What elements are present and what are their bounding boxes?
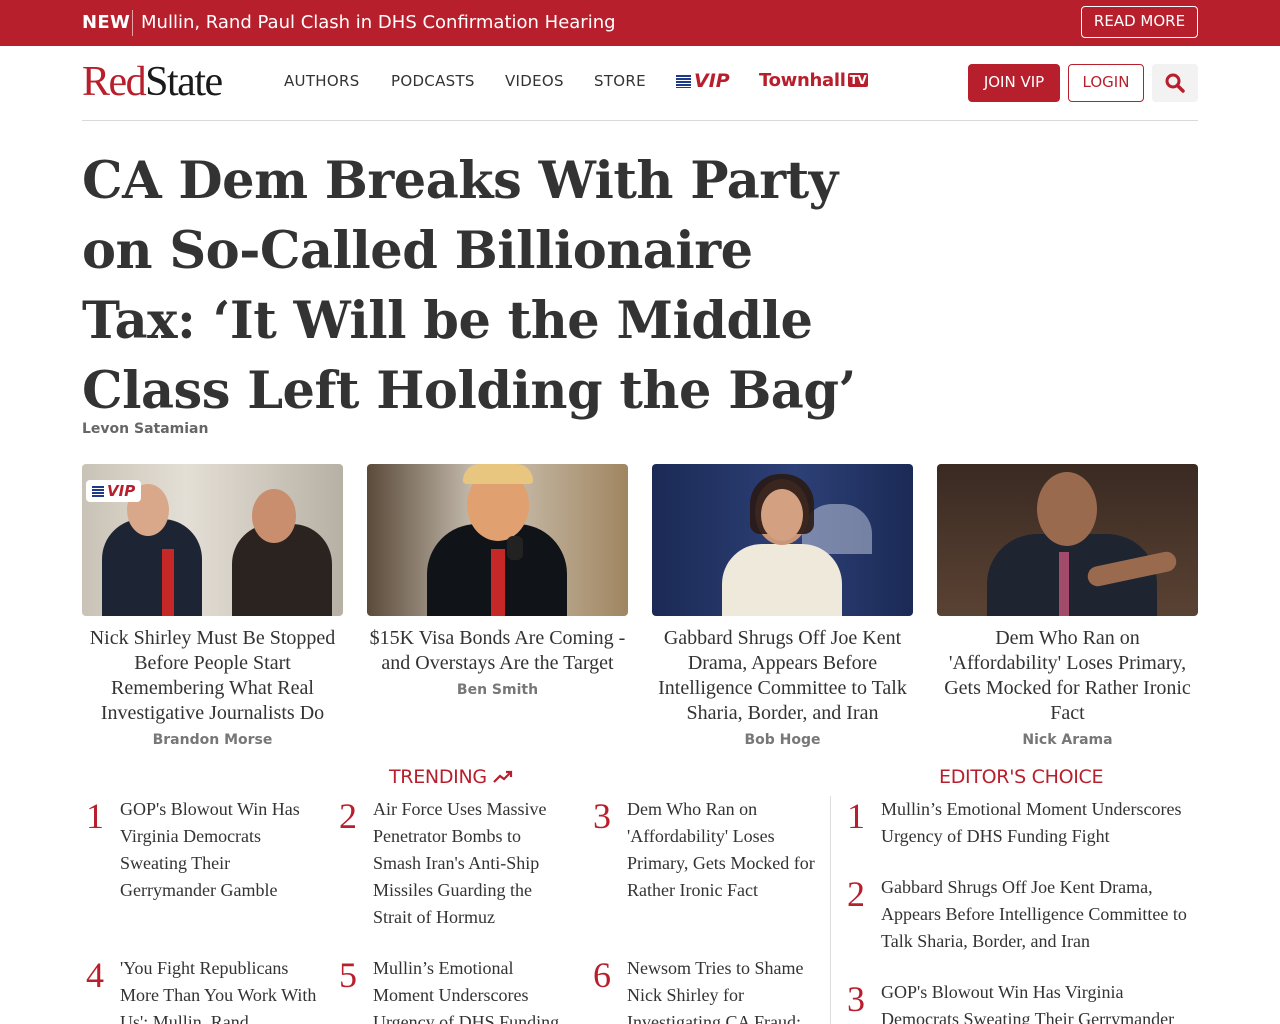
trending-item-link[interactable]: Mullin’s Emotional Moment Underscores Ur…: [373, 955, 573, 1024]
trending-rank: 3: [593, 796, 611, 836]
story-title-link[interactable]: $15K Visa Bonds Are Coming - and Oversta…: [367, 626, 628, 676]
divider: [132, 10, 133, 36]
nav-store[interactable]: STORE: [594, 72, 646, 90]
trending-rank: 6: [593, 955, 611, 995]
search-icon: [1165, 73, 1185, 93]
new-label: NEW: [82, 12, 131, 33]
trending-rank: 1: [86, 796, 104, 836]
townhall-label: Townhall: [759, 70, 846, 91]
editors-choice-item-link[interactable]: Mullin’s Emotional Moment Underscores Ur…: [881, 796, 1198, 850]
editors-choice-item-link[interactable]: Gabbard Shrugs Off Joe Kent Drama, Appea…: [881, 874, 1198, 955]
editors-choice-rank: 3: [847, 979, 865, 1019]
main-author-link[interactable]: Levon Satamian: [82, 421, 208, 437]
trending-rank: 5: [339, 955, 357, 995]
editors-choice-item-link[interactable]: GOP's Blowout Win Has Virginia Democrats…: [881, 979, 1198, 1024]
story-image[interactable]: [937, 464, 1198, 616]
story-image[interactable]: VIP: [82, 464, 343, 616]
flag-icon: [92, 486, 104, 497]
breaking-news-bar: NEW Mullin, Rand Paul Clash in DHS Confi…: [0, 0, 1280, 46]
trending-heading: TRENDING: [389, 766, 513, 788]
search-button[interactable]: [1152, 64, 1198, 102]
story-author-link[interactable]: Bob Hoge: [652, 732, 913, 748]
login-button[interactable]: LOGIN: [1068, 64, 1144, 102]
trending-rank: 4: [86, 955, 104, 995]
logo-red-text: Red: [82, 59, 147, 105]
story-author-link[interactable]: Nick Arama: [937, 732, 1198, 748]
story-card[interactable]: Dem Who Ran on 'Affordability' Loses Pri…: [937, 464, 1198, 748]
nav-authors[interactable]: AUTHORS: [284, 72, 360, 90]
story-card[interactable]: VIP Nick Shirley Must Be Stopped Before …: [82, 464, 343, 748]
editors-choice-heading: EDITOR'S CHOICE: [939, 766, 1104, 788]
story-card[interactable]: Gabbard Shrugs Off Joe Kent Drama, Appea…: [652, 464, 913, 748]
trending-up-icon: [492, 770, 512, 783]
editors-choice-rank: 2: [847, 874, 865, 914]
editors-choice-rank: 1: [847, 796, 865, 836]
breaking-headline-link[interactable]: Mullin, Rand Paul Clash in DHS Confirmat…: [141, 12, 616, 33]
trending-item-link[interactable]: Air Force Uses Massive Penetrator Bombs …: [373, 796, 573, 931]
redstate-logo[interactable]: RedState: [82, 59, 223, 105]
story-title-link[interactable]: Gabbard Shrugs Off Joe Kent Drama, Appea…: [652, 626, 913, 726]
vip-label: VIP: [694, 70, 730, 92]
story-title-link[interactable]: Nick Shirley Must Be Stopped Before Peop…: [82, 626, 343, 726]
trending-rank: 2: [339, 796, 357, 836]
vip-badge-label: VIP: [107, 482, 136, 500]
story-image[interactable]: [652, 464, 913, 616]
read-more-button[interactable]: READ MORE: [1081, 6, 1198, 38]
trending-heading-label: TRENDING: [389, 766, 487, 788]
nav-townhall-tv[interactable]: Townhall TV: [759, 70, 869, 91]
nav-vip[interactable]: VIP: [676, 70, 730, 92]
flag-icon: [676, 75, 691, 88]
story-author-link[interactable]: Brandon Morse: [82, 732, 343, 748]
trending-item-link[interactable]: Newsom Tries to Shame Nick Shirley for I…: [627, 955, 817, 1024]
logo-dark-text: State: [145, 59, 223, 105]
story-image[interactable]: [367, 464, 628, 616]
trending-item-link[interactable]: GOP's Blowout Win Has Virginia Democrats…: [120, 796, 320, 904]
join-vip-button[interactable]: JOIN VIP: [968, 64, 1060, 102]
trending-item-link[interactable]: Dem Who Ran on 'Affordability' Loses Pri…: [627, 796, 817, 904]
tv-badge: TV: [847, 73, 869, 87]
main-headline-link[interactable]: CA Dem Breaks With Party on So-Called Bi…: [82, 146, 862, 426]
header-divider: [82, 120, 1198, 121]
section-divider: [830, 796, 831, 1024]
nav-videos[interactable]: VIDEOS: [505, 72, 564, 90]
trending-item-link[interactable]: 'You Fight Republicans More Than You Wor…: [120, 955, 320, 1024]
vip-badge: VIP: [86, 480, 142, 502]
story-title-link[interactable]: Dem Who Ran on 'Affordability' Loses Pri…: [937, 626, 1198, 726]
story-author-link[interactable]: Ben Smith: [367, 682, 628, 698]
nav-podcasts[interactable]: PODCASTS: [391, 72, 475, 90]
story-card[interactable]: $15K Visa Bonds Are Coming - and Oversta…: [367, 464, 628, 698]
